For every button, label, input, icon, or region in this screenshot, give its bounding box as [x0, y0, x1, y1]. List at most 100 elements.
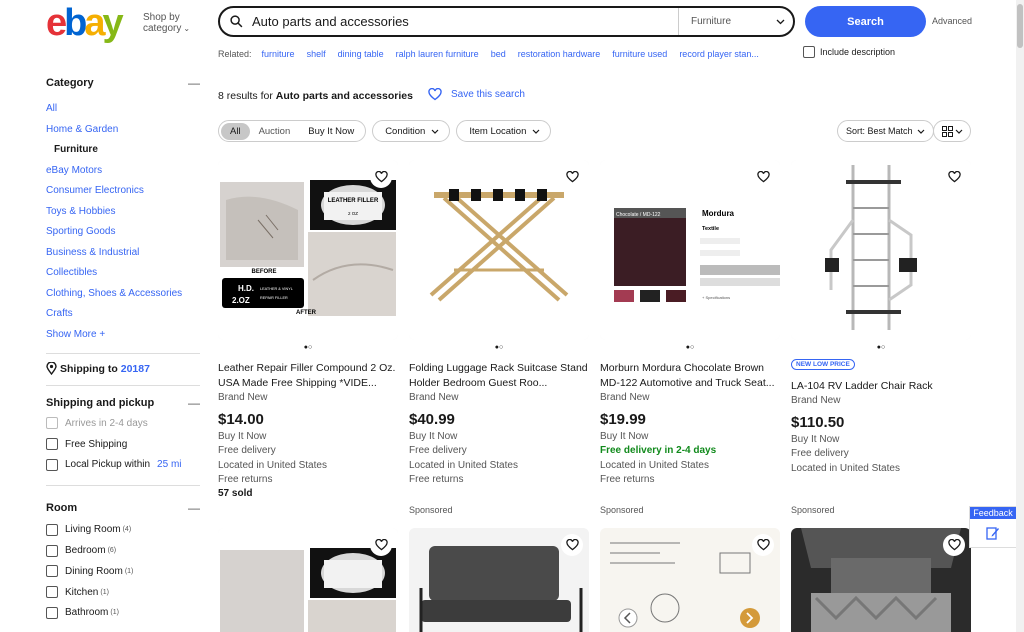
category-link-consumer-electronics[interactable]: Consumer Electronics	[46, 181, 200, 202]
listing-title[interactable]: LA-104 RV Ladder Chair Rack	[791, 379, 971, 394]
listing-image[interactable]	[409, 528, 589, 632]
shop-by-category-button[interactable]: Shop by category ⌄	[143, 12, 190, 34]
filter-room-living-room[interactable]: Living Room (4)	[46, 519, 200, 540]
filter-free-shipping[interactable]: Free Shipping	[46, 434, 200, 455]
watch-heart-button[interactable]	[561, 166, 583, 188]
category-link-toys-hobbies[interactable]: Toys & Hobbies	[46, 202, 200, 223]
image-text: REPAIR FILLER	[260, 296, 288, 300]
search-input[interactable]	[252, 14, 672, 29]
filter-room-bedroom[interactable]: Bedroom (6)	[46, 540, 200, 561]
checkbox	[46, 417, 58, 430]
collapse-icon[interactable]: —	[188, 501, 200, 515]
listing-title[interactable]: Leather Repair Filler Compound 2 Oz. USA…	[218, 361, 398, 391]
category-link-all[interactable]: All	[46, 99, 200, 120]
listing-image[interactable]	[791, 528, 971, 632]
watch-heart-button[interactable]	[752, 534, 774, 556]
category-link-sporting-goods[interactable]: Sporting Goods	[46, 222, 200, 243]
room-header[interactable]: Room —	[46, 501, 200, 515]
watch-heart-button[interactable]	[943, 166, 965, 188]
fabric-swatch-image: Chocolate / MD-122 Mordura Textile + Spe…	[600, 160, 780, 340]
item-location-dropdown[interactable]: Item Location	[456, 120, 552, 142]
advanced-search-link[interactable]: Advanced	[932, 16, 972, 26]
image-carousel-dots[interactable]: ●○	[600, 343, 780, 353]
watch-heart-button[interactable]	[370, 166, 392, 188]
listing-image[interactable]	[600, 528, 780, 632]
tab-auction[interactable]: Auction	[250, 123, 300, 140]
related-link[interactable]: shelf	[307, 49, 326, 59]
sort-dropdown[interactable]: Sort: Best Match	[837, 120, 934, 142]
category-link-ebay-motors[interactable]: eBay Motors	[46, 161, 200, 182]
tab-buy-it-now[interactable]: Buy It Now	[299, 123, 363, 140]
show-more-link[interactable]: Show More +	[46, 325, 200, 346]
checkbox[interactable]	[46, 606, 58, 619]
listing-title[interactable]: Folding Luggage Rack Suitcase Stand Hold…	[409, 361, 589, 391]
image-carousel-dots[interactable]: ●○	[409, 343, 589, 353]
filter-room-dining-room[interactable]: Dining Room (1)	[46, 561, 200, 582]
filter-room-bathroom[interactable]: Bathroom (1)	[46, 603, 200, 624]
filter-label: Arrives in 2-4 days	[65, 417, 148, 429]
shipping-to[interactable]: Shipping to 20187	[46, 362, 200, 375]
ebay-logo[interactable]: ebay	[46, 2, 124, 45]
checkbox[interactable]	[46, 458, 58, 471]
zip-code-link[interactable]: 20187	[121, 363, 150, 375]
listing-card[interactable]: Chocolate / MD-122 Mordura Textile + Spe…	[600, 160, 780, 487]
listing-card[interactable]: LEATHER FILLER 2 OZ BEFORE H.D. 2.OZ LEA…	[218, 160, 398, 501]
grid-view-icon	[941, 125, 953, 137]
category-link-clothing[interactable]: Clothing, Shoes & Accessories	[46, 284, 200, 305]
collapse-icon[interactable]: —	[188, 396, 200, 410]
listing-image[interactable]: LEATHER FILLER 2 OZ BEFORE H.D. 2.OZ LEA…	[218, 160, 398, 340]
include-description-option[interactable]: Include description	[803, 46, 895, 58]
include-description-checkbox[interactable]	[803, 46, 815, 58]
related-link[interactable]: furniture	[262, 49, 295, 59]
listing-card[interactable]: ●○ NEW LOW PRICE LA-104 RV Ladder Chair …	[791, 160, 971, 476]
listing-image[interactable]	[791, 160, 971, 340]
related-link[interactable]: furniture used	[612, 49, 667, 59]
checkbox[interactable]	[46, 438, 58, 451]
category-link-business-industrial[interactable]: Business & Industrial	[46, 243, 200, 264]
watch-heart-button[interactable]	[370, 534, 392, 556]
related-link[interactable]: dining table	[338, 49, 384, 59]
pickup-distance-link[interactable]: 25 mi	[157, 459, 181, 470]
collapse-icon[interactable]: —	[188, 76, 200, 90]
search-category-select[interactable]: Furniture	[678, 8, 793, 35]
watch-heart-button[interactable]	[561, 534, 583, 556]
search-button[interactable]: Search	[805, 6, 926, 37]
listing-card[interactable]	[218, 528, 398, 632]
feedback-edit-icon[interactable]	[970, 519, 1016, 547]
listing-title[interactable]: Morburn Mordura Chocolate Brown MD-122 A…	[600, 361, 780, 391]
checkbox[interactable]	[46, 565, 58, 578]
filter-room-kitchen[interactable]: Kitchen (1)	[46, 582, 200, 603]
listing-card[interactable]	[409, 528, 589, 632]
related-link[interactable]: restoration hardware	[518, 49, 601, 59]
category-link-home-garden[interactable]: Home & Garden	[46, 120, 200, 141]
listing-image[interactable]: Chocolate / MD-122 Mordura Textile + Spe…	[600, 160, 780, 340]
feedback-widget[interactable]: Feedback	[969, 506, 1017, 548]
category-link-collectibles[interactable]: Collectibles	[46, 263, 200, 284]
category-link-crafts[interactable]: Crafts	[46, 304, 200, 325]
tab-all[interactable]: All	[221, 122, 250, 140]
listing-image[interactable]	[218, 528, 398, 632]
listing-image[interactable]	[409, 160, 589, 340]
listing-card[interactable]: ●○ Folding Luggage Rack Suitcase Stand H…	[409, 160, 589, 487]
listing-card[interactable]	[791, 528, 971, 632]
page-scrollbar[interactable]	[1016, 0, 1024, 632]
related-link[interactable]: ralph lauren furniture	[396, 49, 479, 59]
listing-card[interactable]	[600, 528, 780, 632]
image-carousel-dots[interactable]: ●○	[791, 343, 971, 353]
watch-heart-button[interactable]	[943, 534, 965, 556]
shipping-pickup-header[interactable]: Shipping and pickup —	[46, 396, 200, 410]
related-link[interactable]: bed	[491, 49, 506, 59]
checkbox[interactable]	[46, 586, 58, 599]
filter-local-pickup[interactable]: Local Pickup within 25 mi	[46, 455, 200, 476]
watch-heart-button[interactable]	[752, 166, 774, 188]
scrollbar-thumb[interactable]	[1017, 4, 1023, 48]
checkbox[interactable]	[46, 544, 58, 557]
save-search-button[interactable]: Save this search	[428, 88, 525, 101]
checkbox[interactable]	[46, 523, 58, 536]
condition-dropdown[interactable]: Condition	[372, 120, 451, 142]
listing-delivery: Free delivery	[218, 445, 276, 457]
image-carousel-dots[interactable]: ●○	[218, 343, 398, 353]
view-toggle-button[interactable]	[933, 120, 971, 142]
category-section-header[interactable]: Category —	[46, 76, 200, 90]
related-link[interactable]: record player stan...	[679, 49, 759, 59]
